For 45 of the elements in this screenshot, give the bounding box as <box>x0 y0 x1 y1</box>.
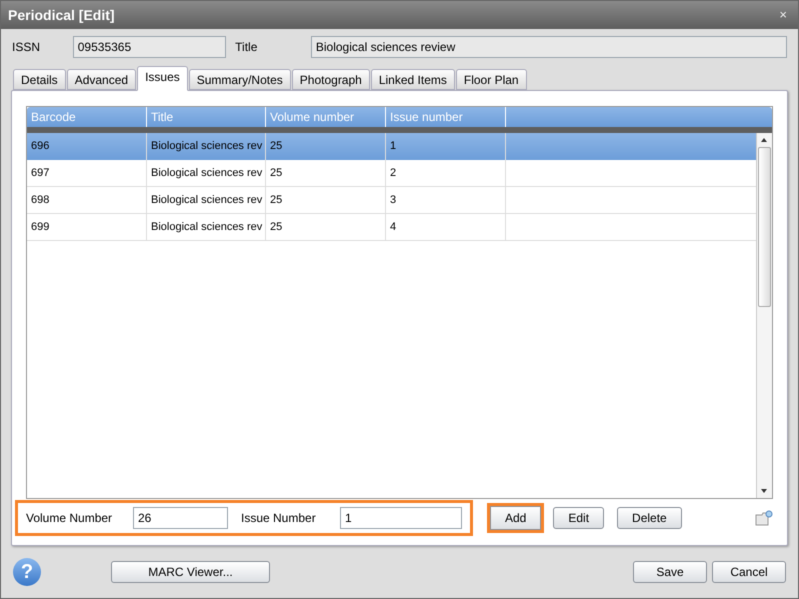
table-cell: 1 <box>386 133 506 160</box>
table-cell: 3 <box>386 187 506 213</box>
action-button[interactable]: Add <box>487 503 544 533</box>
tab[interactable]: Advanced <box>66 69 136 90</box>
volume-label: Volume Number <box>26 510 114 527</box>
tab[interactable]: Details <box>13 69 66 90</box>
issn-label: ISSN <box>12 39 42 56</box>
title-label: Title <box>235 39 258 56</box>
table-cell: 25 <box>266 160 386 186</box>
table-cell: Biological sciences rev <box>147 214 266 240</box>
cancel-button[interactable]: Cancel <box>712 561 786 583</box>
tab[interactable]: Linked Items <box>370 69 455 90</box>
table-cell: Biological sciences rev <box>147 187 266 213</box>
tab[interactable]: Floor Plan <box>456 69 527 90</box>
table-cell: Biological sciences rev <box>147 133 266 160</box>
tab[interactable]: Photograph <box>292 69 370 90</box>
table-cell: 698 <box>27 187 147 213</box>
tab[interactable]: Summary/Notes <box>188 69 291 90</box>
volume-field[interactable]: 26 <box>133 507 228 529</box>
table-cell: 25 <box>266 187 386 213</box>
table-cell: 2 <box>386 160 506 186</box>
table-cell: 25 <box>266 214 386 240</box>
scrollbar[interactable] <box>756 133 772 498</box>
table-cell: 699 <box>27 214 147 240</box>
table-cell: 697 <box>27 160 147 186</box>
tab[interactable]: Issues <box>137 66 188 91</box>
folder-search-icon[interactable] <box>755 510 773 526</box>
table-cell: 696 <box>27 133 147 160</box>
window-title: Periodical [Edit] <box>8 6 115 25</box>
issue-label: Issue Number <box>241 510 317 527</box>
table-cell: 4 <box>386 214 506 240</box>
marc-viewer-button[interactable]: MARC Viewer... <box>111 561 270 583</box>
table-row[interactable]: 696 Biological sciences rev 25 1 <box>27 133 756 160</box>
table-row[interactable]: 698 Biological sciences rev 25 3 <box>27 187 756 214</box>
table-row[interactable]: 699 Biological sciences rev 25 4 <box>27 214 756 241</box>
close-button[interactable]: × <box>775 5 791 25</box>
action-button[interactable]: Delete <box>617 507 682 529</box>
table-row[interactable]: 697 Biological sciences rev 25 2 <box>27 160 756 187</box>
action-button[interactable]: Edit <box>553 507 604 529</box>
issue-field[interactable]: 1 <box>340 507 462 529</box>
table-cell: 25 <box>266 133 386 160</box>
table-cell: Biological sciences rev <box>147 160 266 186</box>
title-field[interactable]: Biological sciences review <box>310 36 787 58</box>
issn-field[interactable]: 09535365 <box>72 36 226 58</box>
save-button[interactable]: Save <box>633 561 707 583</box>
